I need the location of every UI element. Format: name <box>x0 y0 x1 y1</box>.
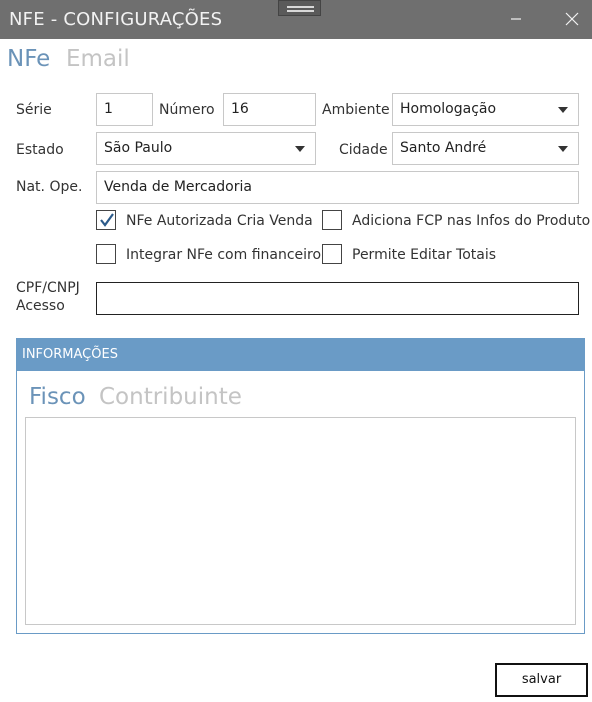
informacoes-textarea[interactable] <box>25 417 576 625</box>
informacoes-group: INFORMAÇÕES Fisco Contribuinte <box>16 338 585 634</box>
informacoes-header: INFORMAÇÕES <box>17 339 584 371</box>
cpf-label-line1: CPF/CNPJ <box>16 280 80 296</box>
checkbox-fcp-infos[interactable] <box>322 210 342 230</box>
checkmark-icon <box>100 213 114 227</box>
checkbox-integrar-financeiro-label[interactable]: Integrar NFe com financeiro <box>126 247 321 263</box>
ambiente-label: Ambiente <box>322 102 390 118</box>
cidade-value: Santo André <box>400 140 487 156</box>
serie-label: Série <box>16 102 52 118</box>
tab-email[interactable]: Email <box>66 46 130 72</box>
checkbox-integrar-financeiro[interactable] <box>96 244 116 264</box>
checkbox-fcp-infos-label[interactable]: Adiciona FCP nas Infos do Produto <box>352 213 590 229</box>
title-bar: NFE - CONFIGURAÇÕES <box>0 0 592 39</box>
tab-fisco[interactable]: Fisco <box>29 384 86 410</box>
natope-field[interactable]: Venda de Mercadoria <box>96 171 579 204</box>
save-button[interactable]: salvar <box>495 663 588 697</box>
close-icon[interactable] <box>562 9 582 29</box>
estado-value: São Paulo <box>104 140 173 156</box>
chevron-down-icon <box>558 146 568 152</box>
checkbox-cria-venda-label[interactable]: NFe Autorizada Cria Venda <box>126 213 313 229</box>
tab-contribuinte[interactable]: Contribuinte <box>99 384 242 410</box>
cpf-label-line2: Acesso <box>16 298 65 314</box>
cidade-select[interactable]: Santo André <box>392 132 579 165</box>
window-title: NFE - CONFIGURAÇÕES <box>9 9 223 30</box>
informacoes-title: INFORMAÇÕES <box>22 347 118 362</box>
checkbox-editar-totais-label[interactable]: Permite Editar Totais <box>352 247 496 263</box>
checkbox-editar-totais[interactable] <box>322 244 342 264</box>
chevron-down-icon <box>558 107 568 113</box>
chevron-down-icon <box>295 146 305 152</box>
serie-field[interactable]: 1 <box>96 93 153 126</box>
cidade-label: Cidade <box>339 142 388 158</box>
cpf-cnpj-field[interactable] <box>96 282 579 315</box>
minimize-icon[interactable] <box>506 9 526 29</box>
estado-select[interactable]: São Paulo <box>96 132 316 165</box>
numero-label: Número <box>159 102 215 118</box>
ambiente-select[interactable]: Homologação <box>392 93 579 126</box>
estado-label: Estado <box>16 142 64 158</box>
ambiente-value: Homologação <box>400 101 497 117</box>
natope-label: Nat. Ope. <box>16 179 83 195</box>
checkbox-cria-venda[interactable] <box>96 210 116 230</box>
tab-nfe[interactable]: NFe <box>7 46 50 72</box>
drag-grip-icon[interactable] <box>278 0 321 16</box>
numero-field[interactable]: 16 <box>223 93 316 126</box>
